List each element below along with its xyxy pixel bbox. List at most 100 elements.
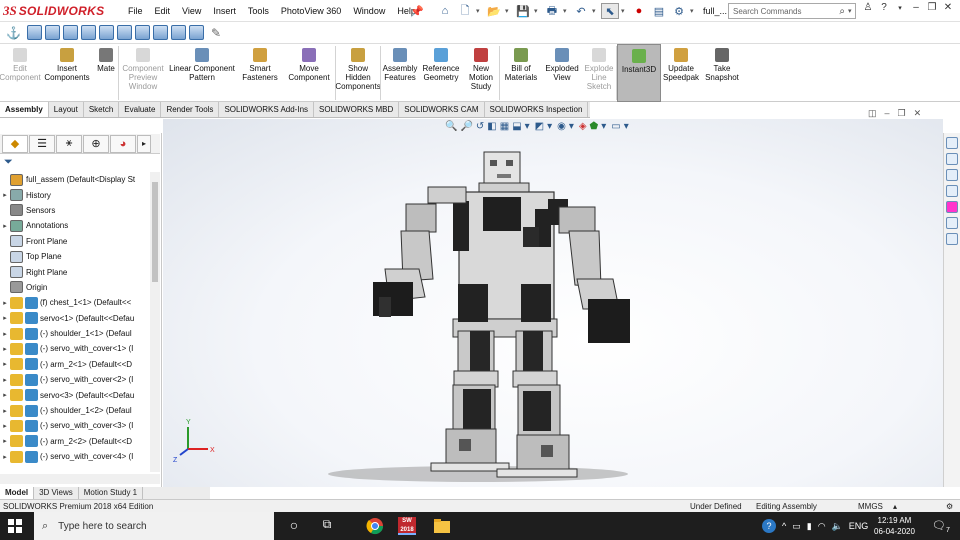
tab-layout[interactable]: Layout <box>49 102 84 117</box>
tab-render-tools[interactable]: Render Tools <box>161 102 220 117</box>
zoom-area-icon[interactable]: 🔎 <box>460 121 472 132</box>
volume-icon[interactable]: 🔈 <box>832 521 843 532</box>
search-commands-field[interactable]: Search Commands ⌕ ▾ <box>728 3 856 19</box>
tree-item[interactable]: full_assem (Default<Display St <box>0 172 150 187</box>
chevron-down-icon[interactable]: ▾ <box>592 7 599 15</box>
dimxpert-tab-icon[interactable]: ⊕ <box>83 134 109 153</box>
instant3d-button[interactable]: Instant3D <box>617 44 661 102</box>
box-view-icon[interactable] <box>135 25 150 40</box>
configuration-manager-tab-icon[interactable]: ⚹ <box>56 134 82 153</box>
tree-item[interactable]: ▸ (-) arm_2<2> (Default<<D <box>0 434 150 449</box>
undo-icon[interactable]: ↶ <box>572 3 590 19</box>
tab-motion-study-1[interactable]: Motion Study 1 <box>79 487 144 499</box>
taskbar-clock[interactable]: 12:19 AM 06-04-2020 <box>874 515 915 537</box>
take-snapshot-button[interactable]: Take Snapshot <box>701 44 743 102</box>
tree-vertical-scrollbar[interactable] <box>150 172 160 472</box>
tree-item[interactable]: ▸ servo<1> (Default<<Defau <box>0 311 150 326</box>
language-indicator[interactable]: ENG <box>849 521 869 531</box>
tree-item[interactable]: ▸ (-) shoulder_1<2> (Defaul <box>0 403 150 418</box>
explode-line-sketch-button[interactable]: Explode Line Sketch <box>582 44 616 102</box>
filter-icon[interactable]: ⏷ <box>4 156 13 169</box>
menu-tools[interactable]: Tools <box>242 6 275 16</box>
apply-scene-icon[interactable]: ⬟ <box>590 121 599 132</box>
windows-start-icon[interactable] <box>8 519 22 533</box>
select-cursor-icon[interactable]: ⬉ <box>601 3 619 19</box>
menu-photoview-360[interactable]: PhotoView 360 <box>275 6 347 16</box>
tree-item[interactable]: ▸ History <box>0 187 150 202</box>
new-document-icon[interactable]: 🗋 <box>456 3 474 19</box>
tree-item[interactable]: ▸ (-) servo_with_cover<1> (I <box>0 341 150 356</box>
box-view-icon[interactable] <box>189 25 204 40</box>
hide-show-items-icon[interactable]: ◉ <box>557 121 566 132</box>
expand-arrow-icon[interactable]: ▸ <box>0 407 10 415</box>
chevron-down-icon[interactable]: ▾ <box>848 7 855 15</box>
chevron-down-icon[interactable]: ▾ <box>569 121 576 132</box>
display-manager-tab-icon[interactable]: ◕ <box>110 134 136 153</box>
file-properties-icon[interactable]: ▤ <box>650 3 668 19</box>
taskbar-search-input[interactable]: Type here to search <box>58 521 146 532</box>
menu-window[interactable]: Window <box>347 6 391 16</box>
options-gear-icon[interactable]: ⚙ <box>670 3 688 19</box>
close-icon[interactable]: ✕ <box>942 2 954 13</box>
zoom-to-fit-icon[interactable]: 🔍 <box>445 121 457 132</box>
box-view-icon[interactable] <box>99 25 114 40</box>
expand-arrow-icon[interactable]: ▸ <box>0 422 10 430</box>
tab-sketch[interactable]: Sketch <box>84 102 120 117</box>
view-settings-icon[interactable]: ▭ <box>611 121 620 132</box>
help-icon[interactable]: ? <box>878 2 890 13</box>
robot-model[interactable]: Y X Z <box>163 119 943 487</box>
search-icon[interactable]: ⌕ <box>839 6 848 17</box>
help-circle-icon[interactable]: ? <box>762 519 776 533</box>
tree-item[interactable]: ▸ Annotations <box>0 218 150 233</box>
tree-item[interactable]: ▸ (-) servo_with_cover<3> (I <box>0 418 150 433</box>
view-orientation-icon[interactable]: ⬓ <box>512 121 521 132</box>
show-hidden-components-button[interactable]: Show Hidden Components <box>335 44 381 102</box>
cortana-icon[interactable]: ○ <box>285 517 303 535</box>
traffic-light-icon[interactable]: ● <box>630 3 648 19</box>
solidworks-taskbar-icon[interactable]: SW 2018 <box>398 517 416 535</box>
battery-icon[interactable]: ▮ <box>807 521 812 532</box>
tree-item[interactable]: Sensors <box>0 203 150 218</box>
custom-properties-icon[interactable] <box>946 217 958 229</box>
expand-arrow-icon[interactable]: ▸ <box>0 437 10 445</box>
expand-arrow-icon[interactable]: ▸ <box>0 222 10 230</box>
feature-manager-tab-icon[interactable]: ◆ <box>2 134 28 153</box>
view-palette-icon[interactable] <box>946 185 958 197</box>
expand-arrow-icon[interactable]: ▸ <box>0 191 10 199</box>
update-speedpak-button[interactable]: Update Speedpak <box>661 44 701 102</box>
tree-item[interactable]: ▸ (-) servo_with_cover<2> (I <box>0 372 150 387</box>
box-view-icon[interactable] <box>153 25 168 40</box>
restore-icon[interactable]: ❐ <box>898 108 906 119</box>
tab-solidworks-inspection[interactable]: SOLIDWORKS Inspection <box>485 102 589 117</box>
forum-icon[interactable] <box>946 233 958 245</box>
edit-appearance-icon[interactable]: ◈ <box>579 121 587 132</box>
insert-components-button[interactable]: Insert Components <box>40 44 94 102</box>
box-view-icon[interactable] <box>171 25 186 40</box>
expand-arrow-icon[interactable]: ▸ <box>0 299 10 307</box>
chevron-down-icon[interactable]: ▾ <box>505 7 512 15</box>
open-folder-icon[interactable]: 📂 <box>485 3 503 19</box>
tab-solidworks-mbd[interactable]: SOLIDWORKS MBD <box>314 102 400 117</box>
graphics-area[interactable]: Y X Z <box>163 119 943 487</box>
appearances-icon[interactable] <box>946 201 958 213</box>
property-manager-tab-icon[interactable]: ☰ <box>29 134 55 153</box>
box-view-icon[interactable] <box>117 25 132 40</box>
notification-icon[interactable]: 🗨7 <box>932 519 950 534</box>
solidworks-logo[interactable]: 3S SOLIDWORKS <box>3 2 104 20</box>
user-icon[interactable]: ♙ <box>862 2 874 13</box>
new-motion-study-button[interactable]: New Motion Study <box>463 44 499 102</box>
move-component-button[interactable]: Move Component <box>283 44 335 102</box>
chevron-down-icon[interactable]: ▾ <box>534 7 541 15</box>
tree-item[interactable]: Right Plane <box>0 264 150 279</box>
scroll-thumb[interactable] <box>152 182 158 282</box>
smart-fasteners-button[interactable]: Smart Fasteners <box>237 44 283 102</box>
tab-assembly[interactable]: Assembly <box>0 102 49 117</box>
expand-arrow-icon[interactable]: ▸ <box>0 314 10 322</box>
file-explorer-icon[interactable] <box>946 169 958 181</box>
component-preview-window-button[interactable]: Component Preview Window <box>119 44 167 102</box>
search-input[interactable]: Search Commands <box>729 7 839 16</box>
file-explorer-icon[interactable] <box>433 517 451 535</box>
dynamic-annotation-icon[interactable]: ▦ <box>500 121 509 132</box>
minimize-icon[interactable]: – <box>885 108 890 119</box>
menu-insert[interactable]: Insert <box>207 6 242 16</box>
